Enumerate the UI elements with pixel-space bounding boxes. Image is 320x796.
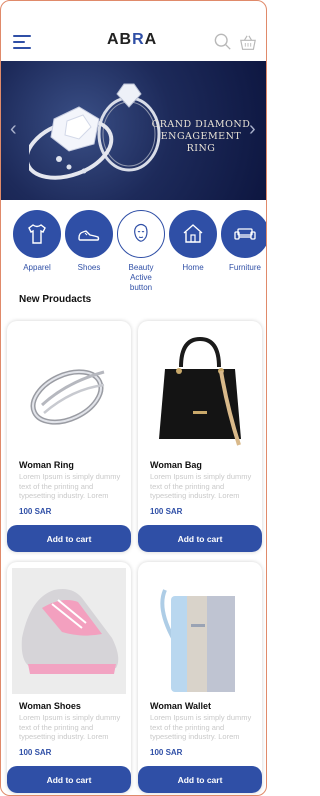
add-to-cart-button[interactable]: Add to cart: [7, 766, 131, 793]
logo-text-3: A: [144, 31, 158, 48]
search-icon[interactable]: [214, 33, 232, 51]
category-circle: [13, 210, 61, 258]
add-to-cart-button[interactable]: Add to cart: [138, 525, 262, 552]
banner-prev-arrow[interactable]: ‹: [10, 119, 17, 139]
sofa-icon: [234, 228, 256, 240]
category-circle: [65, 210, 113, 258]
bag-image: [143, 327, 257, 453]
menu-icon[interactable]: [13, 35, 31, 49]
category-beauty[interactable]: Beauty Active button: [115, 210, 167, 293]
category-label: Home: [182, 263, 204, 272]
product-description: Lorem Ipsum is simply dummy text of the …: [19, 472, 121, 500]
header: ABRA: [1, 1, 266, 59]
shoe-icon: [78, 230, 100, 241]
category-shoes[interactable]: Shoes: [63, 210, 115, 273]
house-icon: [183, 224, 203, 243]
product-name: Woman Bag: [150, 460, 202, 470]
category-label: Apparel: [23, 263, 51, 272]
logo-text-2: R: [132, 31, 145, 48]
add-to-cart-button[interactable]: Add to cart: [138, 766, 262, 793]
product-price: 100 SAR: [150, 748, 183, 757]
product-card[interactable]: Woman Shoes Lorem Ipsum is simply dummy …: [7, 562, 131, 793]
product-description: Lorem Ipsum is simply dummy text of the …: [150, 713, 252, 741]
face-icon: [134, 223, 148, 242]
product-description: Lorem Ipsum is simply dummy text of the …: [19, 713, 121, 741]
product-name: Woman Shoes: [19, 701, 81, 711]
shirt-icon: [28, 224, 46, 244]
product-price: 100 SAR: [19, 748, 52, 757]
category-circle: [169, 210, 217, 258]
category-apparel[interactable]: Apparel: [11, 210, 63, 273]
banner-next-arrow[interactable]: ›: [249, 119, 256, 139]
product-card[interactable]: Woman Ring Lorem Ipsum is simply dummy t…: [7, 321, 131, 552]
product-card[interactable]: Woman Bag Lorem Ipsum is simply dummy te…: [138, 321, 262, 552]
app-frame: ABRA GRAND DIAMOND ENGAGEMENT RING ‹ › A…: [0, 0, 267, 796]
section-title: New Proudacts: [19, 294, 92, 305]
category-label: Shoes: [77, 263, 101, 272]
cart-icon[interactable]: [239, 34, 257, 52]
product-name: Woman Ring: [19, 460, 74, 470]
logo: ABRA: [107, 31, 157, 49]
hero-banner[interactable]: GRAND DIAMOND ENGAGEMENT RING: [1, 61, 266, 200]
wallet-image: [143, 568, 257, 694]
product-description: Lorem Ipsum is simply dummy text of the …: [150, 472, 252, 500]
banner-title: GRAND DIAMOND ENGAGEMENT RING: [151, 119, 251, 154]
logo-text-1: AB: [107, 31, 133, 48]
diamond-ring-image: [29, 83, 161, 180]
product-name: Woman Wallet: [150, 701, 212, 711]
category-label: Furniture: [228, 263, 261, 272]
ring-image: [12, 327, 126, 453]
category-furniture[interactable]: Furniture: [219, 210, 266, 273]
product-card[interactable]: Woman Wallet Lorem Ipsum is simply dummy…: [138, 562, 262, 793]
product-price: 100 SAR: [150, 507, 183, 516]
category-home[interactable]: Home: [167, 210, 219, 273]
category-circle: [117, 210, 165, 258]
product-price: 100 SAR: [19, 507, 52, 516]
category-label: Beauty Active button: [128, 263, 154, 292]
shoe-image: [12, 568, 126, 694]
add-to-cart-button[interactable]: Add to cart: [7, 525, 131, 552]
category-circle: [221, 210, 266, 258]
